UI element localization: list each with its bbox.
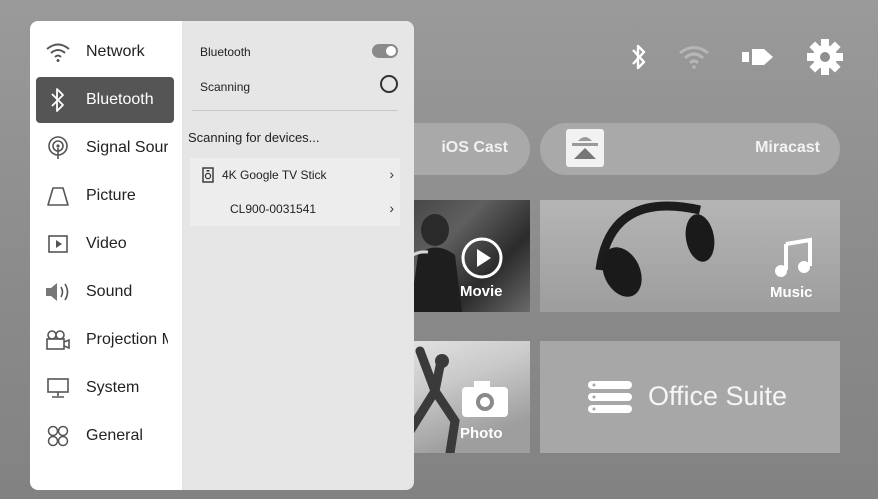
menu-item-general[interactable]: General: [36, 413, 174, 459]
menu-label: Picture: [86, 187, 136, 204]
menu-label: Signal Source: [86, 139, 168, 156]
device-name: 4K Google TV Stick: [222, 168, 327, 182]
device-name: CL900-0031541: [230, 202, 317, 216]
device-item[interactable]: CL900-0031541 ›: [190, 192, 400, 226]
gear-icon[interactable]: [806, 38, 844, 76]
chevron-right-icon: ›: [389, 200, 394, 216]
menu-label: Projection Mode: [86, 331, 168, 348]
menu-label: Video: [86, 235, 127, 252]
chevron-right-icon: ›: [389, 166, 394, 182]
camera-icon: [462, 381, 508, 417]
video-icon: [42, 228, 74, 260]
wifi-icon: [42, 36, 74, 68]
music-note-icon: [775, 237, 812, 277]
projector-icon: [42, 324, 74, 356]
divider: [192, 110, 398, 111]
menu-item-projection-mode[interactable]: Projection Mode: [36, 317, 174, 363]
speaker-icon: [42, 276, 74, 308]
general-icon: [42, 420, 74, 452]
menu-item-video[interactable]: Video: [36, 221, 174, 267]
status-bar: [630, 38, 844, 76]
input-source-icon[interactable]: [740, 46, 776, 68]
menu-label: Bluetooth: [86, 91, 154, 108]
device-item[interactable]: 4K Google TV Stick ›: [190, 158, 400, 192]
android-cast-icon: [566, 129, 604, 167]
menu-item-bluetooth[interactable]: Bluetooth: [36, 77, 174, 123]
menu-label: Sound: [86, 283, 133, 300]
monitor-icon: [42, 372, 74, 404]
settings-menu: Network Bluetooth Signal Source Picture: [30, 21, 182, 490]
menu-item-signal-source[interactable]: Signal Source: [36, 125, 174, 171]
office-suite-label: Office Suite: [648, 381, 788, 411]
miracast-label: Miracast: [755, 139, 820, 156]
photo-label: Photo: [460, 425, 503, 442]
miracast-tile[interactable]: Miracast: [540, 123, 840, 175]
ios-cast-label: iOS Cast: [441, 139, 508, 156]
bluetooth-panel: Bluetooth Scanning Scanning for devices.…: [182, 21, 414, 490]
menu-item-sound[interactable]: Sound: [36, 269, 174, 315]
movie-label: Movie: [460, 283, 503, 300]
speaker-device-icon: [202, 167, 214, 183]
headphones-image: [595, 201, 715, 297]
menu-label: Network: [86, 43, 145, 60]
bluetooth-icon: [42, 84, 74, 116]
scanning-spinner-icon: [380, 75, 398, 93]
bluetooth-toggle[interactable]: [372, 44, 398, 58]
bluetooth-icon[interactable]: [630, 43, 648, 71]
menu-item-picture[interactable]: Picture: [36, 173, 174, 219]
scan-title: Scanning for devices...: [188, 130, 320, 145]
menu-label: System: [86, 379, 140, 396]
menu-item-system[interactable]: System: [36, 365, 174, 411]
music-label: Music: [770, 284, 813, 301]
bluetooth-toggle-label: Bluetooth: [200, 45, 251, 59]
scanning-row[interactable]: Scanning: [200, 75, 398, 94]
stack-icon: [588, 381, 632, 413]
music-tile[interactable]: Music: [540, 200, 840, 312]
menu-item-network[interactable]: Network: [36, 29, 174, 75]
play-icon: [461, 237, 503, 279]
office-suite-tile[interactable]: Office Suite: [540, 341, 840, 453]
scanning-label: Scanning: [200, 80, 251, 94]
wifi-icon[interactable]: [678, 45, 710, 69]
signal-source-icon: [42, 132, 74, 164]
bluetooth-toggle-row[interactable]: Bluetooth: [200, 44, 398, 59]
picture-icon: [42, 180, 74, 212]
menu-label: General: [86, 427, 143, 444]
